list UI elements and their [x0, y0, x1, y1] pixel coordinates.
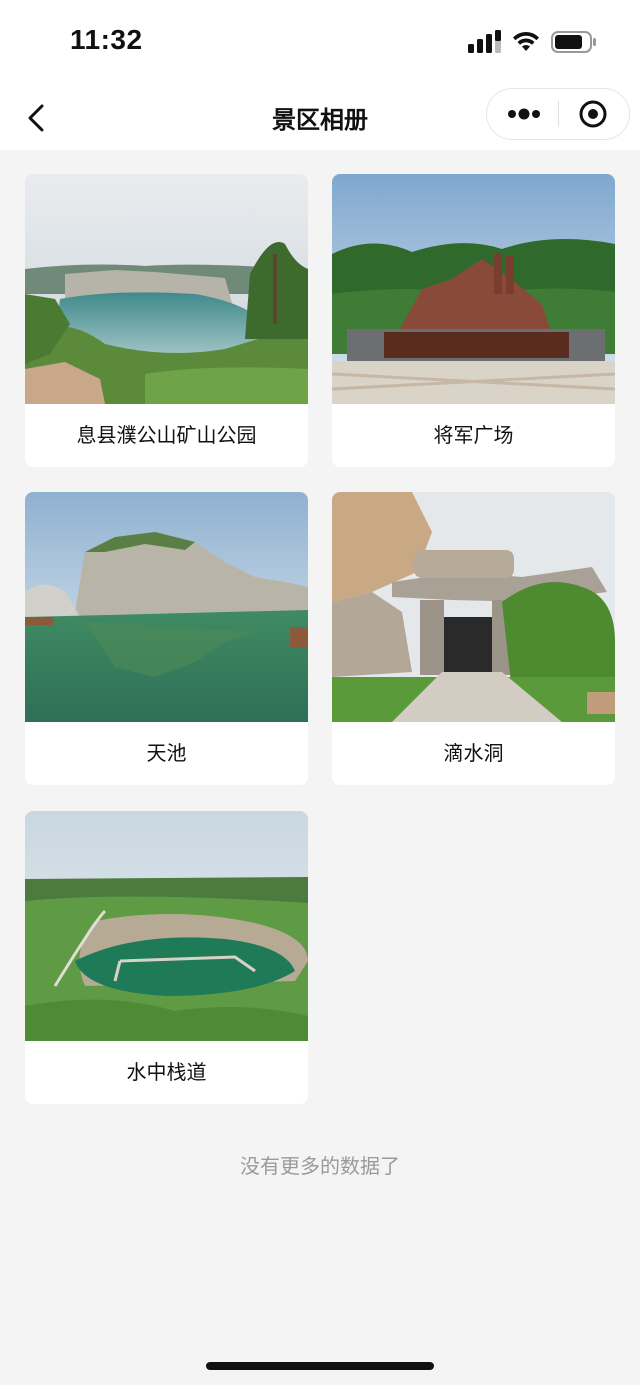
- album-card[interactable]: 天池: [25, 492, 308, 785]
- album-title: 息县濮公山矿山公园: [76, 423, 257, 447]
- album-title: 将军广场: [433, 423, 514, 447]
- target-close-icon: [579, 100, 607, 128]
- navigation-bar: 景区相册: [0, 86, 640, 150]
- album-title: 天池: [146, 741, 187, 765]
- album-title: 水中栈道: [126, 1060, 207, 1084]
- album-card[interactable]: 息县濮公山矿山公园: [25, 174, 308, 467]
- more-dots-icon: [508, 108, 540, 120]
- album-card[interactable]: 滴水洞: [332, 492, 615, 785]
- album-photo: [25, 492, 308, 722]
- status-bar: 11:32: [0, 0, 640, 86]
- more-menu-button[interactable]: [487, 89, 559, 139]
- battery-icon: [551, 31, 596, 53]
- wifi-icon: [513, 31, 539, 51]
- album-photo: [332, 492, 615, 722]
- status-time: 11:32: [70, 24, 143, 55]
- album-title: 滴水洞: [443, 741, 504, 765]
- cellular-signal-icon: [468, 30, 501, 53]
- no-more-data-text: 没有更多的数据了: [240, 1154, 400, 1178]
- album-photo: [25, 811, 308, 1041]
- album-card[interactable]: 水中栈道: [25, 811, 308, 1104]
- close-mini-program-button[interactable]: [559, 89, 629, 139]
- album-photo: [25, 174, 308, 404]
- mini-program-capsule: [486, 88, 630, 140]
- home-indicator[interactable]: [206, 1362, 434, 1370]
- album-card[interactable]: 将军广场: [332, 174, 615, 467]
- album-photo: [332, 174, 615, 404]
